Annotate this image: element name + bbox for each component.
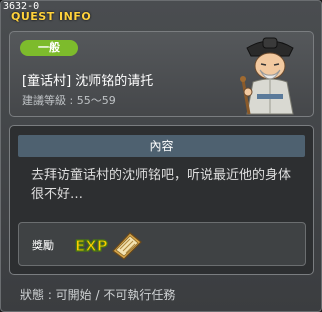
quest-info-window: 3632-0 QUEST INFO 一般 [童话村] 沈师铭的请托 建議等級 :… xyxy=(0,0,322,312)
quest-name: [童话村] 沈师铭的请托 xyxy=(22,74,154,89)
npc-portrait-icon xyxy=(240,37,294,115)
exp-icon-text: EXP xyxy=(75,237,108,255)
window-title: QUEST INFO xyxy=(11,10,92,23)
quest-detail-panel: 內容 去拜访童话村的沈师铭吧，听说最近他的身体很不好… 獎勵 EXP xyxy=(9,125,314,275)
reward-box: 獎勵 EXP xyxy=(18,222,306,266)
content-header: 內容 xyxy=(18,135,305,157)
book-icon[interactable] xyxy=(110,229,144,261)
quest-level-range: 建議等級 : 55～59 xyxy=(22,94,116,107)
quest-summary-panel: 一般 [童话村] 沈师铭的请托 建議等級 : 55～59 xyxy=(9,31,314,117)
quest-status: 狀態 : 可開始 / 不可執行任務 xyxy=(20,288,176,302)
reward-label: 獎勵 xyxy=(32,239,54,252)
quest-category-badge: 一般 xyxy=(20,40,78,56)
quest-description: 去拜访童话村的沈师铭吧，听说最近他的身体很不好… xyxy=(31,168,292,202)
exp-icon[interactable]: EXP xyxy=(74,235,108,255)
